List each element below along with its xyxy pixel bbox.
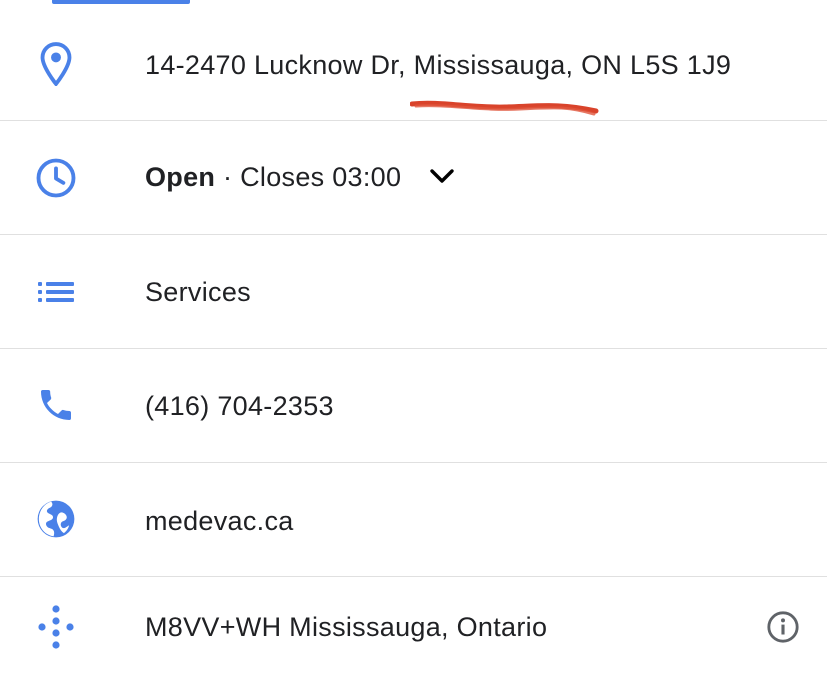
clock-icon [28,150,84,206]
address-text: 14-2470 Lucknow Dr, Mississauga, ON L5S … [145,50,732,80]
phone-number: (416) 704-2353 [145,391,334,421]
services-text: Services [145,277,251,307]
open-status: Open [145,162,216,192]
hours-text: Open · Closes 03:00 [145,164,455,192]
active-tab-indicator [52,0,190,4]
closing-time: Closes 03:00 [240,162,402,192]
chevron-down-icon[interactable] [429,162,455,189]
plus-code-row[interactable]: M8VV+WH Mississauga, Ontario [0,577,827,688]
website-link[interactable]: medevac.ca [145,508,294,535]
hours-separator: · [215,162,241,192]
plus-code-icon [28,599,84,655]
info-icon[interactable] [766,610,800,644]
phone-icon [28,377,84,433]
services-row[interactable]: Services [0,235,827,349]
list-icon [28,264,84,320]
plus-code-text: M8VV+WH Mississauga, Ontario [145,612,548,642]
hours-row[interactable]: Open · Closes 03:00 [0,121,827,235]
location-pin-icon [28,36,84,92]
website-row[interactable]: medevac.ca [0,463,827,577]
phone-row[interactable]: (416) 704-2353 [0,349,827,463]
address-row[interactable]: 14-2470 Lucknow Dr, Mississauga, ON L5S … [0,7,827,121]
globe-icon [28,491,84,547]
red-underline-annotation [410,100,599,116]
